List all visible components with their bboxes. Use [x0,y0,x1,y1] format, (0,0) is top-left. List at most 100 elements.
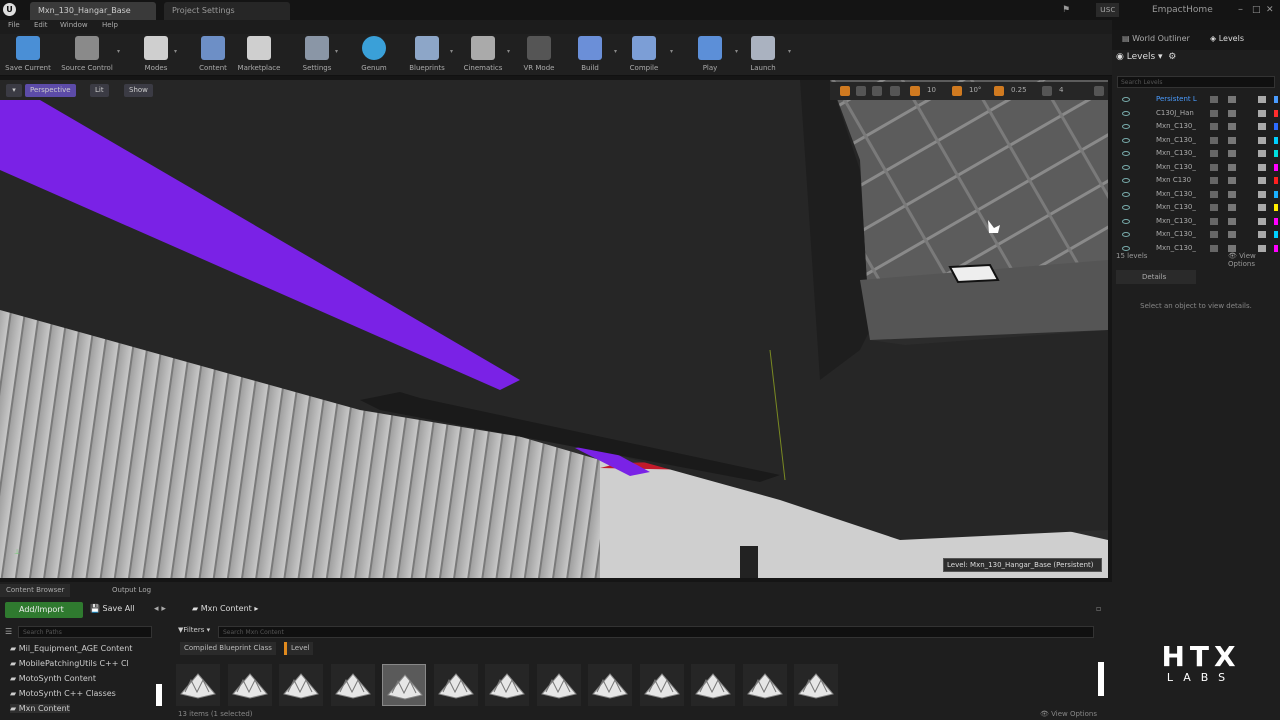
asset-tile[interactable] [742,664,787,706]
level-color-swatch-icon[interactable] [1258,204,1266,211]
translate-icon[interactable] [840,86,850,96]
filter-icon[interactable]: ⚙ [1168,52,1176,62]
filter-chip-blueprint[interactable]: Compiled Blueprint Class [180,642,276,655]
scale-icon[interactable] [872,86,882,96]
grid-snap-icon[interactable] [910,86,920,96]
menu-edit[interactable]: Edit [34,21,48,29]
chevron-down-icon[interactable]: ▾ [788,48,791,55]
visibility-eye-icon[interactable] [1122,124,1130,129]
level-color-swatch-icon[interactable] [1258,177,1266,184]
chevron-down-icon[interactable]: ▾ [335,48,338,55]
level-row[interactable]: Mxn_C130_ [1116,121,1278,133]
marketplace-button[interactable]: Marketplace [231,36,287,72]
level-color-swatch-icon[interactable] [1258,123,1266,130]
save-level-icon[interactable] [1228,217,1236,225]
grid-snap-value[interactable]: 10 [922,84,941,97]
world-icon[interactable] [890,86,900,96]
scale-snap-value[interactable]: 0.25 [1006,84,1032,97]
visibility-eye-icon[interactable] [1122,151,1130,156]
blueprints-button[interactable]: Blueprints [399,36,455,72]
asset-tile[interactable] [227,664,272,706]
folder-tree-item[interactable]: ▰ MotoSynth Content [10,674,96,683]
level-row[interactable]: Mxn_C130_ [1116,202,1278,214]
level-row[interactable]: Mxn_C130_ [1116,148,1278,160]
visibility-eye-icon[interactable] [1122,110,1130,116]
perspective-button[interactable]: Perspective [25,84,76,97]
back-forward-arrows-icon[interactable]: ◂ ▸ [154,604,166,614]
folder-tree-item[interactable]: ▰ Mxn Content [10,704,70,713]
view-options-button[interactable]: 👁 View Options [1040,710,1097,718]
lock-icon[interactable] [1210,96,1218,103]
camera-speed-value[interactable]: 4 [1054,84,1068,97]
lock-icon[interactable] [1210,109,1218,117]
asset-tile[interactable] [330,664,375,706]
tab-world-outliner[interactable]: ▤ World Outliner [1122,34,1190,43]
level-row[interactable]: Mxn C130 [1116,175,1278,187]
chevron-down-icon[interactable]: ▾ [670,48,673,55]
viewport-options-icon[interactable]: ▾ [6,84,22,97]
tab-details[interactable]: Details [1116,270,1196,284]
level-row[interactable]: C130J_Han [1116,108,1278,120]
levels-search-input[interactable]: Search Levels [1117,76,1275,88]
scale-snap-icon[interactable] [994,86,1004,96]
menu-window[interactable]: Window [60,21,88,29]
lock-icon[interactable] [1210,150,1218,157]
rotation-snap-value[interactable]: 10° [964,84,986,97]
lock-icon[interactable] [1210,231,1218,238]
scrollbar[interactable] [1098,662,1104,696]
asset-tile[interactable] [279,664,323,706]
chevron-down-icon[interactable]: ▾ [450,48,453,55]
source-control-button[interactable]: Source Control [59,36,115,72]
visibility-eye-icon[interactable] [1122,164,1130,170]
save-level-icon[interactable] [1228,204,1236,211]
lit-button[interactable]: Lit [90,84,109,97]
rotation-snap-icon[interactable] [952,86,962,96]
maximize-icon[interactable]: □ [1252,3,1261,17]
save-level-icon[interactable] [1228,190,1236,198]
asset-tile[interactable] [794,664,838,706]
visibility-eye-icon[interactable] [1122,178,1130,183]
level-color-swatch-icon[interactable] [1258,217,1266,225]
play-button[interactable]: Play [682,36,738,72]
lock-icon[interactable] [1210,190,1218,198]
visibility-eye-icon[interactable] [1122,232,1130,237]
save-level-icon[interactable] [1228,123,1236,130]
lock-icon[interactable] [1210,163,1218,171]
level-color-swatch-icon[interactable] [1258,190,1266,198]
visibility-eye-icon[interactable] [1122,205,1130,210]
asset-tile[interactable] [433,664,478,706]
user-chip[interactable]: usc [1096,3,1120,17]
asset-tile[interactable] [639,664,684,706]
level-row[interactable]: Mxn_C130_ [1116,216,1278,228]
levels-header[interactable]: ◉ Levels ▾ ⚙ [1116,52,1176,62]
launch-button[interactable]: Launch [735,36,791,72]
level-row[interactable]: Persistent L [1116,94,1278,106]
save-level-icon[interactable] [1228,96,1236,103]
chevron-down-icon[interactable]: ▾ [507,48,510,55]
level-color-swatch-icon[interactable] [1258,136,1266,144]
tab-project-settings[interactable]: Project Settings [164,2,290,20]
lock-icon[interactable] [1210,217,1218,225]
save-level-icon[interactable] [1228,150,1236,157]
save-level-icon[interactable] [1228,177,1236,184]
save-level-icon[interactable] [1228,244,1236,252]
level-color-swatch-icon[interactable] [1258,150,1266,157]
lock-icon[interactable] [1210,177,1218,184]
menu-file[interactable]: File [8,21,20,29]
tab-output-log[interactable]: Output Log [106,584,157,597]
level-row[interactable]: Mxn_C130_ [1116,229,1278,241]
level-color-swatch-icon[interactable] [1258,244,1266,252]
asset-tile[interactable] [382,664,426,706]
level-color-swatch-icon[interactable] [1258,109,1266,117]
close-icon[interactable]: ✕ [1266,3,1274,17]
visibility-eye-icon[interactable] [1122,97,1130,102]
lock-icon[interactable] [1210,204,1218,211]
rotate-icon[interactable] [856,86,866,96]
filter-chip-level[interactable]: Level [284,642,314,655]
search-paths-input[interactable]: Search Paths [18,626,152,638]
lock-icon[interactable]: ▫ [1096,604,1101,613]
lock-icon[interactable] [1210,136,1218,144]
genum-button[interactable]: Genum [346,36,402,72]
show-button[interactable]: Show [124,84,153,97]
level-color-swatch-icon[interactable] [1258,96,1266,103]
